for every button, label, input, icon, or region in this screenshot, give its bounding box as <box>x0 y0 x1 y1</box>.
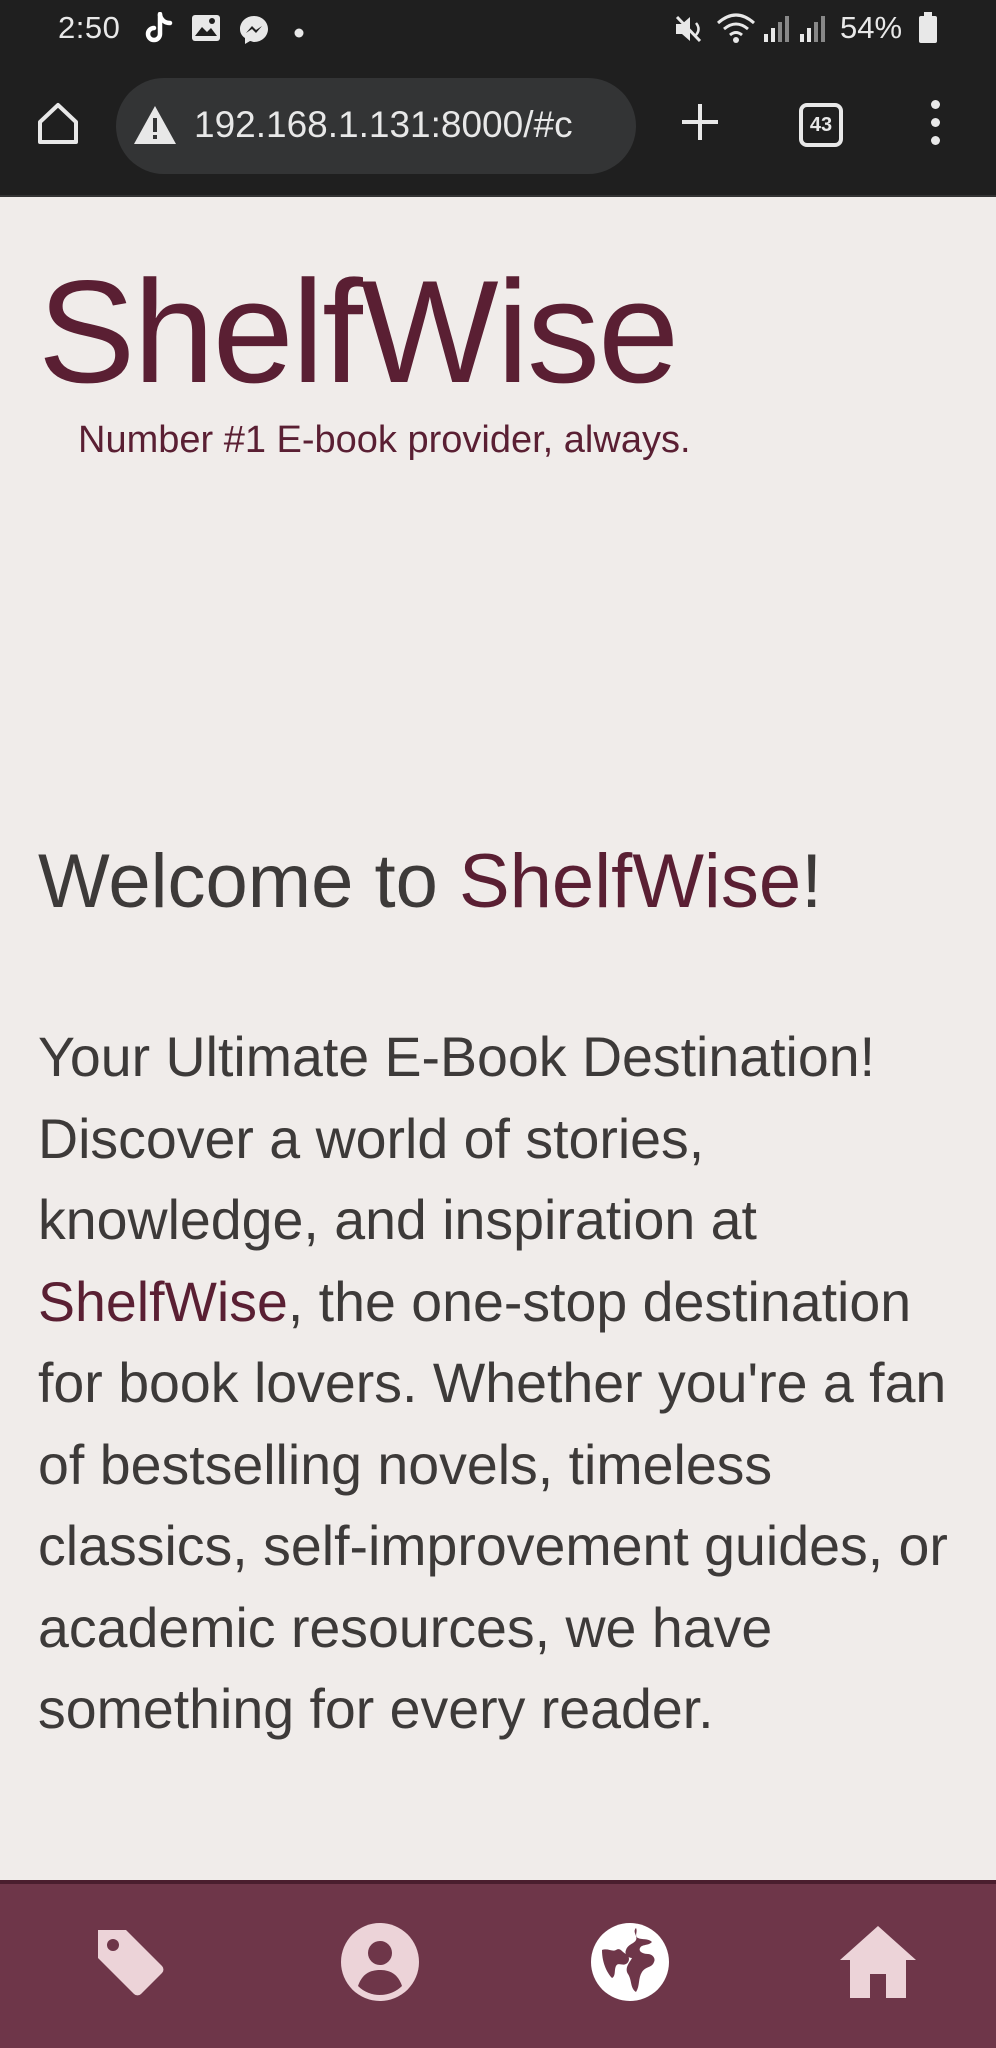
brand-tagline: Number #1 E-book provider, always. <box>78 419 691 461</box>
warning-icon[interactable] <box>132 104 178 146</box>
globe-icon <box>591 1923 669 2001</box>
status-bar: 2:50 54% <box>0 0 996 60</box>
new-tab-button[interactable] <box>678 100 722 144</box>
page-content: ShelfWise Number #1 E-book provider, alw… <box>0 197 996 1880</box>
intro-text-1: Your Ultimate E-Book Destination! Discov… <box>38 1026 876 1251</box>
bottom-nav <box>0 1880 996 2048</box>
welcome-suffix: ! <box>801 839 823 924</box>
home-icon <box>840 1926 916 1998</box>
intro-brand: ShelfWise <box>38 1270 288 1333</box>
browser-home-button[interactable] <box>36 100 80 146</box>
home-icon <box>38 103 78 144</box>
browser-toolbar: 192.168.1.131:8000/#c 43 <box>0 60 996 197</box>
wifi-icon <box>716 12 756 49</box>
address-bar[interactable]: 192.168.1.131:8000/#c <box>116 78 636 174</box>
tiktok-icon <box>143 11 173 51</box>
more-vert-icon[interactable] <box>928 100 942 148</box>
tab-count: 43 <box>809 113 833 136</box>
tabs-button[interactable]: 43 <box>799 103 843 147</box>
welcome-prefix: Welcome to <box>38 839 459 924</box>
messenger-icon <box>238 14 270 51</box>
nav-item-home[interactable] <box>836 1920 920 2004</box>
signal-icon <box>798 14 826 49</box>
battery-icon <box>918 12 938 49</box>
battery-percent: 54% <box>840 10 903 45</box>
welcome-brand: ShelfWise <box>458 839 802 924</box>
nav-item-tags[interactable] <box>88 1920 172 2004</box>
dot-icon <box>294 25 304 43</box>
brand-title[interactable]: ShelfWise <box>38 257 679 407</box>
mute-icon <box>674 14 706 49</box>
welcome-heading: Welcome to ShelfWise! <box>38 837 822 927</box>
nav-item-explore[interactable] <box>588 1920 672 2004</box>
gallery-icon <box>191 14 221 47</box>
plus-icon <box>682 104 718 140</box>
signal-icon <box>762 14 790 49</box>
intro-paragraph: Your Ultimate E-Book Destination! Discov… <box>38 1017 978 1751</box>
url-text[interactable]: 192.168.1.131:8000/#c <box>194 104 622 146</box>
user-icon <box>341 1923 419 2001</box>
status-time: 2:50 <box>58 10 121 45</box>
nav-item-account[interactable] <box>338 1920 422 2004</box>
intro-text-2: , the one-stop destination for book love… <box>38 1270 948 1741</box>
tag-icon <box>98 1930 164 1996</box>
